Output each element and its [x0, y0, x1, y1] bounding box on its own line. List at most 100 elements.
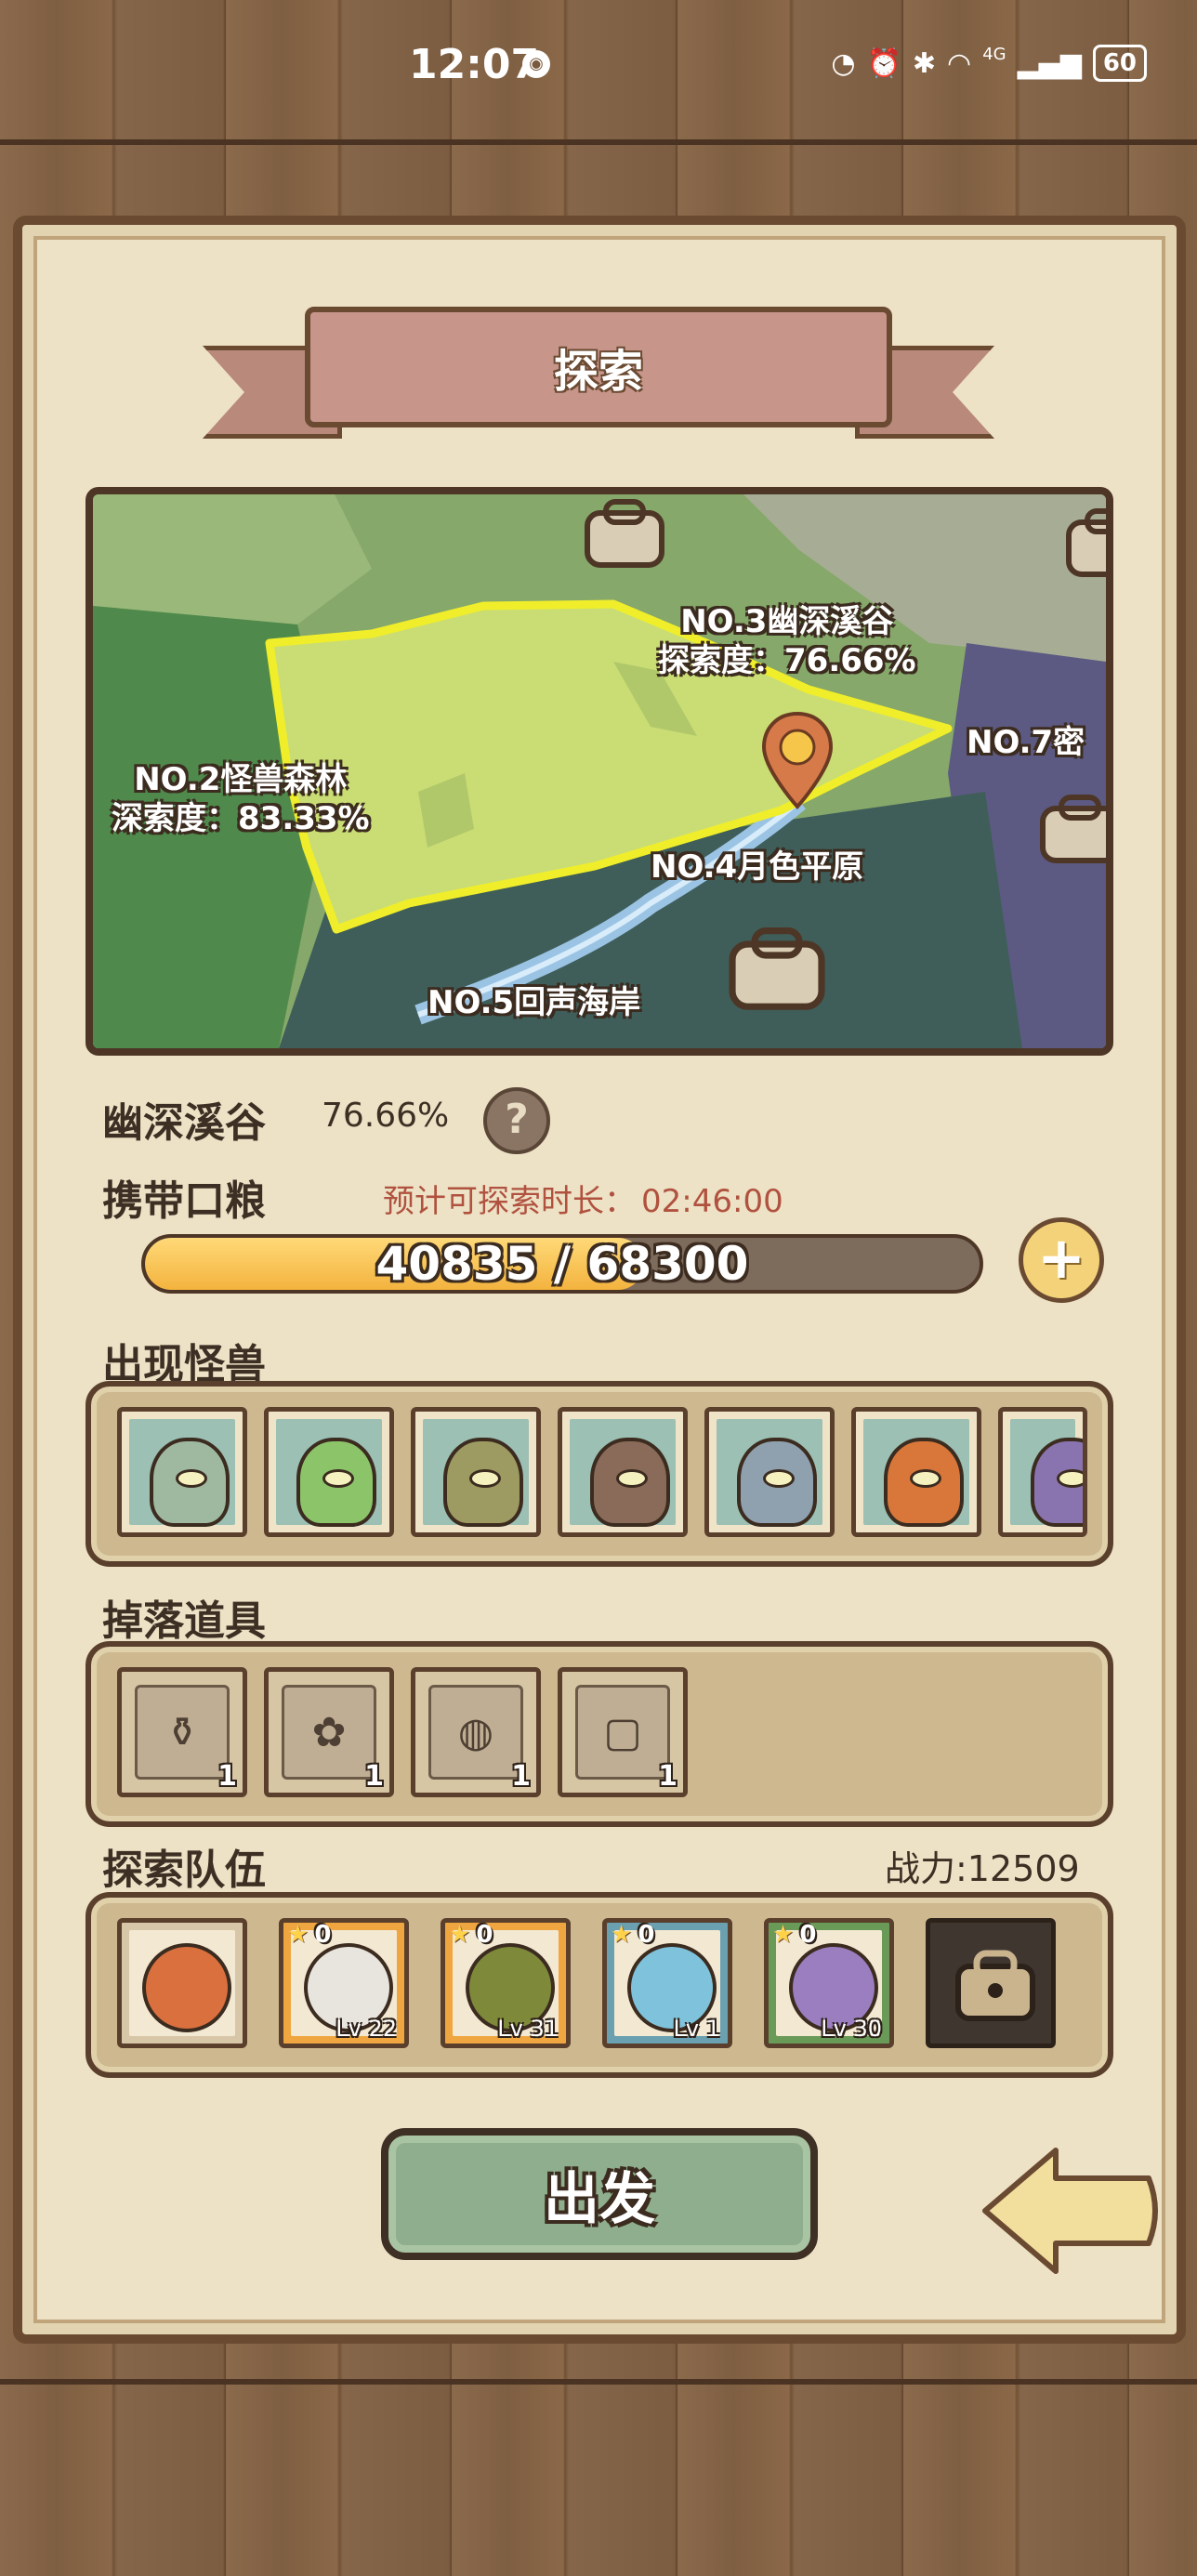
speed-icon: ◔ — [831, 46, 856, 80]
monster-slot[interactable] — [411, 1407, 541, 1537]
monster-eye — [910, 1469, 941, 1488]
status-bar: 12:07 ◉ ◔ ⏰ ✱ ◠ 4G ▂▄▆ 60 — [0, 0, 1197, 139]
lock-icon[interactable] — [1033, 790, 1113, 864]
star-rank: ★ 0 — [287, 1921, 332, 1949]
drop-item-slot[interactable]: ⚱ 1 — [117, 1667, 247, 1797]
lock-icon[interactable] — [721, 922, 833, 1011]
item-count: 1 — [217, 1760, 237, 1793]
region-label-4[interactable]: NO.4月色平原 — [651, 848, 863, 887]
swamp-blob-monster-icon — [443, 1438, 523, 1527]
monster-slot[interactable] — [558, 1407, 688, 1537]
team-member-slot[interactable]: ★ 0 Lv 22 — [279, 1918, 409, 2048]
team-member-slot[interactable]: ★ 0 Lv 1 — [602, 1918, 732, 2048]
status-icons: ◔ ⏰ ✱ ◠ 4G ▂▄▆ 60 — [831, 45, 1147, 82]
plank-seam — [0, 2379, 1197, 2385]
monster-eye — [322, 1469, 354, 1488]
leader-portrait-icon — [142, 1943, 231, 2032]
team-power: 战力:12509 — [885, 1848, 1080, 1889]
bluetooth-icon: ✱ — [912, 46, 936, 80]
lock-icon[interactable] — [578, 494, 671, 569]
member-level: Lv 1 — [673, 2016, 720, 2042]
drop-item-slot[interactable]: ◍ 1 — [411, 1667, 541, 1797]
star-rank: ★ 0 — [611, 1921, 655, 1949]
drop-item-slot[interactable]: ✿ 1 — [264, 1667, 394, 1797]
monster-portrait-bg — [1010, 1419, 1083, 1527]
drops-label: 掉落道具 — [102, 1597, 266, 1645]
star-rank: ★ 0 — [449, 1921, 493, 1949]
plank-seam — [0, 139, 1197, 145]
monster-eye — [176, 1469, 207, 1488]
team-member-slot[interactable] — [117, 1918, 247, 2048]
battery-icon: 60 — [1092, 45, 1147, 82]
member-level: Lv 31 — [497, 2016, 559, 2042]
question-icon: ? — [505, 1096, 529, 1143]
status-time: 12:07 — [409, 41, 540, 88]
lock-icon — [955, 1950, 1035, 2021]
wifi-icon: ◠ — [947, 46, 972, 80]
star-rank: ★ 0 — [772, 1921, 817, 1949]
drop-item-slot[interactable]: ▢ 1 — [558, 1667, 688, 1797]
team-label: 探索队伍 — [102, 1847, 266, 1894]
monster-slot[interactable] — [851, 1407, 981, 1537]
region-label-3[interactable]: NO.3幽深溪谷 探索度：76.66% — [658, 602, 916, 680]
region-label-2[interactable]: NO.2怪兽森林 深索度：83.33% — [112, 760, 370, 838]
potion-scroll-icon: ⚱ — [164, 1708, 200, 1756]
selected-region-name: 幽深溪谷 — [102, 1099, 266, 1147]
monster-slot[interactable] — [998, 1407, 1087, 1537]
member-level: Lv 30 — [821, 2016, 882, 2042]
monster-portrait-bg — [570, 1419, 676, 1527]
scroll-background: ◍ — [428, 1685, 523, 1780]
member-level: Lv 22 — [335, 2016, 397, 2042]
monster-eye — [763, 1469, 795, 1488]
help-button[interactable]: ? — [483, 1087, 550, 1154]
monster-portrait-bg — [717, 1419, 822, 1527]
region-label-7[interactable]: NO.7密 — [967, 723, 1085, 762]
depart-label: 出发 — [544, 2166, 655, 2232]
team-member-slot[interactable]: ★ 0 Lv 30 — [764, 1918, 894, 2048]
monster-eye — [469, 1469, 501, 1488]
scroll-background: ✿ — [282, 1685, 376, 1780]
rock-golem-monster-icon — [590, 1438, 670, 1527]
portrait-frame — [129, 1930, 235, 2036]
team-member-slot[interactable]: ★ 0 Lv 31 — [441, 1918, 571, 2048]
monster-slot[interactable] — [264, 1407, 394, 1537]
region-map[interactable]: NO.3幽深溪谷 探索度：76.66% NO.2怪兽森林 深索度：83.33% … — [86, 487, 1113, 1056]
alarm-icon: ⏰ — [866, 46, 901, 80]
scroll-background: ▢ — [575, 1685, 670, 1780]
cookie-scroll-icon: ◍ — [457, 1708, 494, 1756]
drops-tray: ⚱ 1 ✿ 1 ◍ 1 ▢ 1 — [86, 1641, 1113, 1827]
monster-portrait-bg — [863, 1419, 969, 1527]
signal-icon: ▂▄▆ — [1017, 46, 1082, 80]
locked-team-slot[interactable] — [926, 1918, 1056, 2048]
green-sprout-monster-icon — [296, 1438, 376, 1527]
sack-scroll-icon: ▢ — [603, 1708, 642, 1756]
item-count: 1 — [511, 1760, 531, 1793]
plus-icon: + — [1037, 1224, 1085, 1292]
food-label: 携带口粮 — [102, 1177, 266, 1225]
monster-portrait-bg — [276, 1419, 382, 1527]
depart-button[interactable]: 出发 — [381, 2128, 818, 2260]
item-count: 1 — [364, 1760, 384, 1793]
monster-eye — [616, 1469, 648, 1488]
eta-text: 预计可探索时长： 02:46:00 — [383, 1183, 783, 1220]
monster-portrait-bg — [129, 1419, 235, 1527]
network-type: 4G — [982, 45, 1006, 64]
add-food-button[interactable]: + — [1019, 1217, 1104, 1303]
monster-portrait-bg — [423, 1419, 529, 1527]
region-label-5[interactable]: NO.5回声海岸 — [428, 983, 640, 1022]
stone-guardian-monster-icon — [737, 1438, 817, 1527]
audio-indicator-icon: ◉ — [522, 50, 550, 78]
location-pin-icon[interactable] — [760, 710, 835, 812]
title-ribbon: 探索 — [305, 307, 892, 427]
food-amount: 40835 / 68300 — [375, 1237, 749, 1291]
team-tray: ★ 0 Lv 22 ★ 0 Lv 31 ★ 0 Lv 1 ★ 0 Lv 30 — [86, 1892, 1113, 2078]
scroll-background: ⚱ — [135, 1685, 230, 1780]
back-arrow-icon[interactable] — [976, 2141, 1167, 2280]
monster-tray — [86, 1381, 1113, 1567]
orange-sprout-monster-icon — [884, 1438, 964, 1527]
monster-slot[interactable] — [117, 1407, 247, 1537]
lock-icon[interactable] — [1059, 504, 1113, 578]
robot-plant-monster-icon — [150, 1438, 230, 1527]
monster-slot[interactable] — [704, 1407, 835, 1537]
page-title: 探索 — [553, 346, 643, 398]
